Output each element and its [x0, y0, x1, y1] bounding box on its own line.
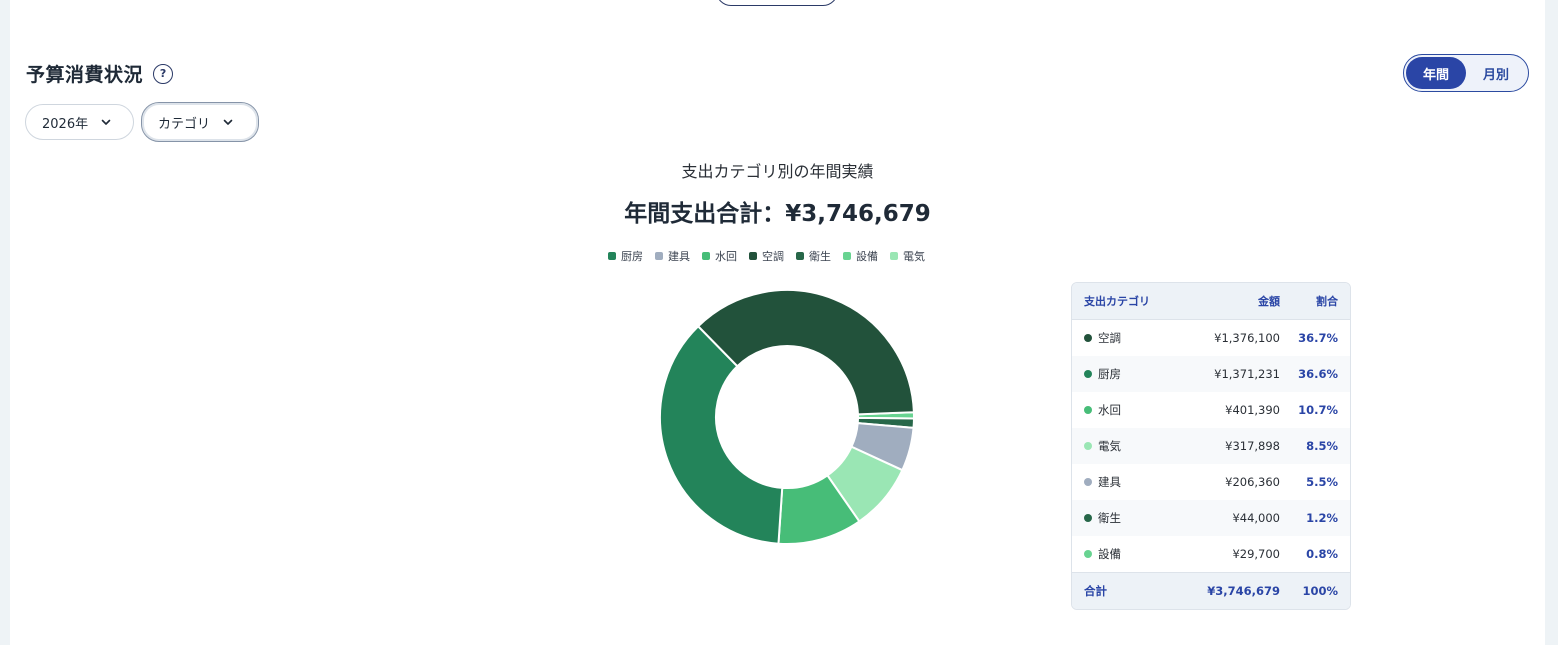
row-pct: 10.7%: [1298, 403, 1338, 417]
year-select-value: 2026年: [42, 116, 89, 132]
header-amount: 金額: [1258, 295, 1280, 308]
row-pct: 36.6%: [1298, 367, 1338, 381]
legend-item[interactable]: 建具: [655, 248, 690, 264]
budget-panel: 予算消費状況 ? 年間 月別 2026年 カテゴリ 支出カテゴリ別の年間実績 年…: [10, 0, 1545, 645]
table-row: 設備 ¥29,700 0.8%: [1072, 536, 1350, 572]
legend-item[interactable]: 空調: [749, 248, 784, 264]
row-amount: ¥29,700: [1232, 547, 1280, 561]
category-dot: [1084, 478, 1092, 486]
table-row: 空調 ¥1,376,100 36.7%: [1072, 320, 1350, 356]
legend-item[interactable]: 水回: [702, 248, 737, 264]
legend-label: 厨房: [621, 250, 643, 263]
year-select[interactable]: 2026年: [25, 104, 134, 140]
top-pill-button[interactable]: [716, 0, 838, 6]
donut-slice[interactable]: [696, 289, 915, 416]
row-category-label: 建具: [1098, 475, 1121, 489]
row-category-label: 衛生: [1098, 511, 1121, 525]
row-category: 電気: [1084, 438, 1184, 454]
row-category: 空調: [1084, 330, 1184, 346]
row-pct: 8.5%: [1306, 439, 1338, 453]
chart-title: 支出カテゴリ別の年間実績: [681, 162, 874, 181]
table-row: 厨房 ¥1,371,231 36.6%: [1072, 356, 1350, 392]
donut-slice[interactable]: [659, 324, 784, 545]
section-header: 予算消費状況 ?: [26, 60, 174, 87]
legend-item[interactable]: 厨房: [608, 248, 643, 264]
row-category-label: 厨房: [1098, 367, 1121, 381]
table-body: 空調 ¥1,376,100 36.7% 厨房 ¥1,371,231 36.6% 水回 ¥401…: [1072, 320, 1350, 572]
row-category-label: 電気: [1098, 439, 1121, 453]
legend-item[interactable]: 衛生: [796, 248, 831, 264]
chevron-down-icon: [101, 119, 111, 125]
category-dot: [1084, 406, 1092, 414]
toggle-annual[interactable]: 年間: [1406, 57, 1466, 89]
table-row: 衛生 ¥44,000 1.2%: [1072, 500, 1350, 536]
category-table: 支出カテゴリ 金額 割合 空調 ¥1,376,100 36.7% 厨房 ¥1,371,2…: [1071, 282, 1351, 610]
legend-swatch: [655, 252, 663, 260]
legend-label: 電気: [903, 250, 925, 263]
period-toggle: 年間 月別: [1403, 54, 1529, 92]
chart-legend: 厨房 建具 水回 空調 衛生 設備 電気: [608, 248, 925, 264]
legend-item[interactable]: 設備: [843, 248, 878, 264]
footer-amount: ¥3,746,679: [1207, 584, 1280, 598]
legend-label: 設備: [856, 250, 878, 263]
legend-item[interactable]: 電気: [890, 248, 925, 264]
row-pct: 1.2%: [1306, 511, 1338, 525]
row-category-label: 設備: [1098, 547, 1121, 561]
category-dot: [1084, 370, 1092, 378]
legend-label: 建具: [668, 250, 690, 263]
footer-label: 合計: [1084, 584, 1107, 598]
table-row: 電気 ¥317,898 8.5%: [1072, 428, 1350, 464]
row-category: 建具: [1084, 474, 1184, 490]
grouping-select-value: カテゴリ: [158, 116, 211, 132]
header-pct: 割合: [1316, 295, 1338, 308]
grouping-select[interactable]: カテゴリ: [141, 102, 259, 142]
help-icon[interactable]: ?: [153, 63, 174, 84]
donut-chart: [659, 289, 916, 545]
table-row: 水回 ¥401,390 10.7%: [1072, 392, 1350, 428]
legend-swatch: [843, 252, 851, 260]
row-category: 衛生: [1084, 510, 1184, 526]
legend-label: 水回: [715, 250, 737, 263]
chart-total: 年間支出合計：¥3,746,679: [624, 201, 931, 227]
legend-swatch: [749, 252, 757, 260]
legend-swatch: [796, 252, 804, 260]
legend-swatch: [608, 252, 616, 260]
row-amount: ¥1,371,231: [1214, 367, 1280, 381]
row-amount: ¥401,390: [1225, 403, 1280, 417]
row-amount: ¥206,360: [1225, 475, 1280, 489]
legend-label: 空調: [762, 250, 784, 263]
category-dot: [1084, 442, 1092, 450]
section-title: 予算消費状況: [26, 64, 144, 86]
category-dot: [1084, 550, 1092, 558]
row-category: 設備: [1084, 546, 1184, 562]
row-category-label: 空調: [1098, 331, 1121, 345]
table-row: 建具 ¥206,360 5.5%: [1072, 464, 1350, 500]
legend-swatch: [890, 252, 898, 260]
legend-label: 衛生: [809, 250, 831, 263]
table-header: 支出カテゴリ 金額 割合: [1072, 283, 1350, 320]
category-dot: [1084, 514, 1092, 522]
row-amount: ¥44,000: [1232, 511, 1280, 525]
row-category-label: 水回: [1098, 403, 1121, 417]
footer-pct: 100%: [1302, 584, 1338, 598]
category-dot: [1084, 334, 1092, 342]
row-category: 水回: [1084, 402, 1184, 418]
chevron-down-icon: [223, 119, 233, 125]
toggle-monthly[interactable]: 月別: [1466, 57, 1526, 89]
row-pct: 0.8%: [1306, 547, 1338, 561]
row-pct: 5.5%: [1306, 475, 1338, 489]
header-category: 支出カテゴリ: [1084, 295, 1150, 308]
legend-swatch: [702, 252, 710, 260]
row-amount: ¥1,376,100: [1214, 331, 1280, 345]
row-amount: ¥317,898: [1225, 439, 1280, 453]
row-category: 厨房: [1084, 366, 1184, 382]
table-footer: 合計 ¥3,746,679 100%: [1072, 572, 1350, 609]
row-pct: 36.7%: [1298, 331, 1338, 345]
